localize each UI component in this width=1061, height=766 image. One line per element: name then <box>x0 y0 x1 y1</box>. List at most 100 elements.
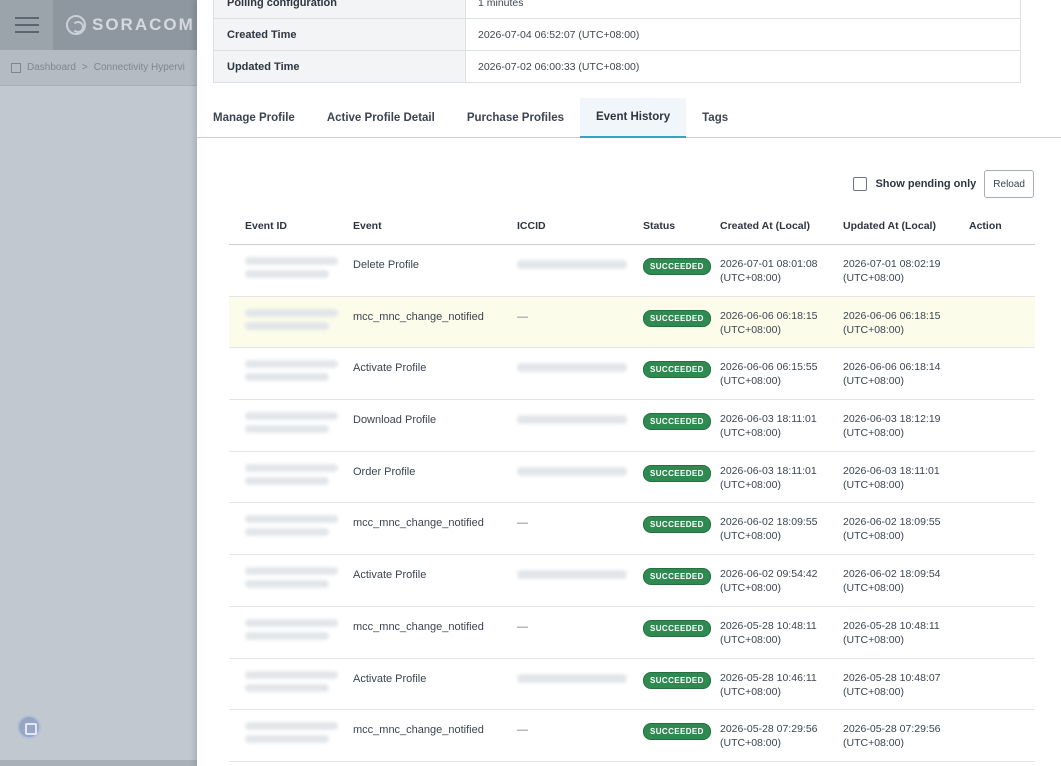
created-cell: 2026-06-03 18:11:01 (UTC+08:00) <box>720 464 843 492</box>
created-timezone: (UTC+08:00) <box>720 323 781 336</box>
created-date: 2026-05-28 10:48:11 <box>720 619 817 632</box>
event-id-cell <box>229 670 353 692</box>
status-cell: SUCCEEDED <box>643 464 720 482</box>
soracom-logo-icon <box>66 15 86 35</box>
status-badge: SUCCEEDED <box>643 516 711 534</box>
redacted-line <box>245 463 338 472</box>
updated-date: 2026-06-03 18:11:01 <box>843 464 940 477</box>
table-row[interactable]: mcc_mnc_change_notified — SUCCEEDED 2026… <box>229 607 1035 659</box>
redacted-line <box>245 515 338 524</box>
event-id-cell <box>229 567 353 589</box>
info-key: Created Time <box>214 19 466 50</box>
updated-cell: 2026-05-28 10:48:07 (UTC+08:00) <box>843 671 969 699</box>
updated-date: 2026-06-06 06:18:15 <box>843 309 941 322</box>
tab-manage-profile[interactable]: Manage Profile <box>197 98 311 138</box>
logo-text: SORACOM <box>92 15 195 34</box>
status-cell: SUCCEEDED <box>643 309 720 327</box>
created-date: 2026-06-03 18:11:01 <box>720 464 817 477</box>
status-cell: SUCCEEDED <box>643 413 720 431</box>
created-timezone: (UTC+08:00) <box>720 272 781 284</box>
created-date: 2026-06-03 18:11:01 <box>720 413 817 426</box>
background-scrollbar <box>0 760 197 766</box>
created-date: 2026-05-28 10:46:11 <box>720 671 817 684</box>
event-id-cell <box>229 360 353 382</box>
event-id-cell <box>229 257 353 278</box>
table-row[interactable]: Activate Profile SUCCEEDED 2026-05-28 10… <box>229 659 1035 711</box>
updated-timezone: (UTC+08:00) <box>843 478 904 491</box>
event-toolbar: Show pending only Reload <box>853 170 1034 198</box>
status-cell: SUCCEEDED <box>643 671 720 689</box>
updated-timezone: (UTC+08:00) <box>843 427 904 440</box>
updated-cell: 2026-05-28 10:48:11 (UTC+08:00) <box>843 619 969 647</box>
header-action: Action <box>969 220 1002 232</box>
created-date: 2026-06-06 06:15:55 <box>720 361 818 374</box>
created-timezone: (UTC+08:00) <box>720 375 781 388</box>
created-date: 2026-07-01 08:01:08 <box>720 258 818 270</box>
status-badge: SUCCEEDED <box>643 309 711 327</box>
iccid-empty: — <box>517 310 528 323</box>
tab-tags[interactable]: Tags <box>686 98 744 138</box>
event-id-cell <box>229 412 353 434</box>
event-id-redacted <box>245 618 353 640</box>
detail-drawer: Polling configuration 1 minutes Created … <box>197 0 1061 766</box>
updated-cell: 2026-06-03 18:11:01 (UTC+08:00) <box>843 464 969 492</box>
status-badge: SUCCEEDED <box>643 361 711 379</box>
breadcrumb-dashboard[interactable]: Dashboard <box>27 62 76 73</box>
status-cell: SUCCEEDED <box>643 258 720 275</box>
info-value: 2026-07-04 06:52:07 (UTC+08:00) <box>478 28 640 41</box>
table-row[interactable]: Delete Profile SUCCEEDED 2026-07-01 08:0… <box>229 245 1035 297</box>
updated-date: 2026-06-02 18:09:54 <box>843 568 941 581</box>
redacted-line <box>245 580 330 589</box>
chat-support-icon[interactable] <box>17 715 41 739</box>
updated-date: 2026-07-01 08:02:19 <box>843 258 941 270</box>
table-row[interactable]: Activate Profile SUCCEEDED 2026-06-06 06… <box>229 348 1035 401</box>
event-id-redacted <box>245 463 353 485</box>
created-date: 2026-06-06 06:18:15 <box>720 309 818 322</box>
iccid-redacted <box>517 260 627 269</box>
table-row[interactable]: mcc_mnc_change_notified — SUCCEEDED 2026… <box>229 296 1035 349</box>
table-row[interactable]: mcc_mnc_change_notified — SUCCEEDED 2026… <box>229 710 1035 762</box>
iccid-cell: — <box>517 311 643 323</box>
created-cell: 2026-05-28 07:29:56 (UTC+08:00) <box>720 722 843 750</box>
hamburger-menu-icon[interactable] <box>0 0 53 50</box>
tab-event-history[interactable]: Event History <box>579 98 687 138</box>
tab-purchase-profiles[interactable]: Purchase Profiles <box>451 98 580 138</box>
event-id-redacted <box>245 567 353 589</box>
show-pending-label[interactable]: Show pending only <box>875 178 976 190</box>
table-row[interactable]: Order Profile SUCCEEDED 2026-06-03 18:11… <box>229 452 1035 504</box>
redacted-line <box>245 528 330 537</box>
status-cell: SUCCEEDED <box>643 723 720 741</box>
show-pending-checkbox[interactable] <box>853 177 868 191</box>
status-badge: SUCCEEDED <box>643 464 711 482</box>
reload-button[interactable]: Reload <box>984 170 1034 198</box>
status-badge: SUCCEEDED <box>643 619 711 637</box>
updated-timezone: (UTC+08:00) <box>843 323 904 336</box>
event-cell: mcc_mnc_change_notified <box>353 724 484 737</box>
status-badge: SUCCEEDED <box>643 568 711 586</box>
redacted-line <box>245 360 338 369</box>
event-cell: Activate Profile <box>353 569 427 582</box>
iccid-empty: — <box>517 620 528 633</box>
redacted-line <box>245 735 330 744</box>
redacted-line <box>245 567 338 576</box>
redacted-line <box>245 412 338 421</box>
created-cell: 2026-06-02 09:54:42 (UTC+08:00) <box>720 567 843 595</box>
updated-cell: 2026-05-28 07:29:56 (UTC+08:00) <box>843 722 969 750</box>
event-cell: mcc_mnc_change_notified <box>353 310 484 323</box>
table-row[interactable]: Download Profile SUCCEEDED 2026-06-03 18… <box>229 400 1035 452</box>
tab-bar: Manage Profile Active Profile Detail Pur… <box>197 98 1061 138</box>
iccid-cell <box>517 569 643 580</box>
header-created: Created At (Local) <box>720 220 811 232</box>
header-event: Event <box>353 220 382 232</box>
tab-active-profile-detail[interactable]: Active Profile Detail <box>311 98 451 138</box>
updated-cell: 2026-06-02 18:09:55 (UTC+08:00) <box>843 515 969 543</box>
table-row[interactable]: Activate Profile SUCCEEDED 2026-06-02 09… <box>229 555 1035 607</box>
updated-date: 2026-06-02 18:09:55 <box>843 516 941 529</box>
breadcrumb: Dashboard > Connectivity Hypervi <box>11 62 185 73</box>
created-cell: 2026-06-03 18:11:01 (UTC+08:00) <box>720 412 843 440</box>
logo[interactable]: SORACOM <box>66 13 195 37</box>
breadcrumb-connectivity[interactable]: Connectivity Hypervi <box>94 62 185 73</box>
table-row[interactable]: mcc_mnc_change_notified — SUCCEEDED 2026… <box>229 503 1035 556</box>
updated-date: 2026-06-03 18:12:19 <box>843 413 941 426</box>
event-id-cell <box>229 308 353 330</box>
